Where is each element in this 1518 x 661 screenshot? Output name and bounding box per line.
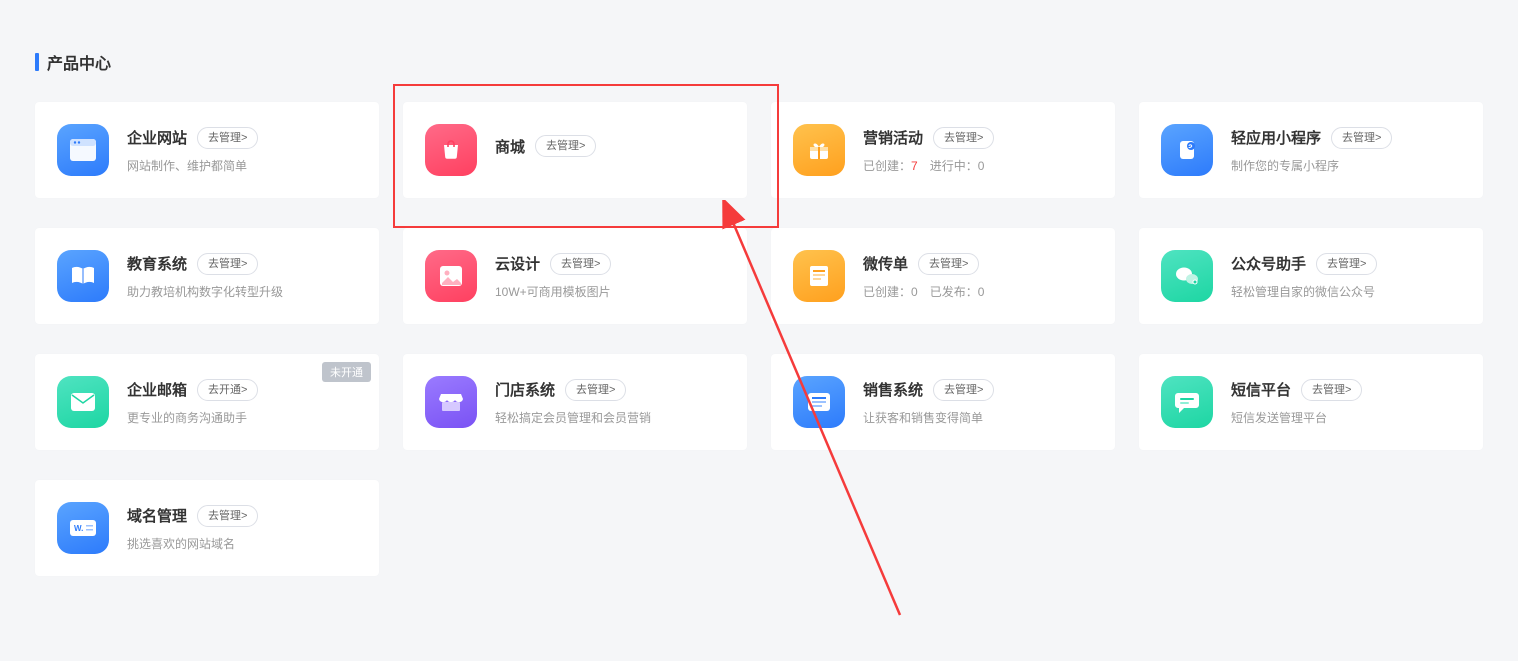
storefront-icon [425,376,477,428]
card-subtitle: 挑选喜欢的网站域名 [127,535,357,552]
manage-button[interactable]: 去管理> [918,253,979,275]
card-subtitle: 制作您的专属小程序 [1231,157,1461,174]
shopping-bag-icon [425,124,477,176]
sub-pre: 已创建： [863,285,911,299]
section-title: 产品中心 [35,50,1483,74]
card-title: 营销活动 [863,127,923,148]
card-title: 商城 [495,136,525,157]
gift-icon [793,124,845,176]
sub-count-published: 0 [978,285,985,299]
card-store[interactable]: 门店系统 去管理> 轻松搞定会员管理和会员营销 [403,354,747,450]
manage-button[interactable]: 去管理> [933,127,994,149]
card-subtitle: 已创建：7 进行中：0 [863,157,1093,174]
list-icon [793,376,845,428]
card-title: 短信平台 [1231,379,1291,400]
card-subtitle: 轻松管理自家的微信公众号 [1231,283,1461,300]
manage-button[interactable]: 去管理> [933,379,994,401]
card-title: 微传单 [863,253,908,274]
sub-count-created: 0 [911,285,918,299]
card-sms[interactable]: 短信平台 去管理> 短信发送管理平台 [1139,354,1483,450]
card-title: 域名管理 [127,505,187,526]
card-subtitle: 轻松搞定会员管理和会员营销 [495,409,725,426]
card-title: 企业网站 [127,127,187,148]
card-subtitle: 短信发送管理平台 [1231,409,1461,426]
manage-button[interactable]: 去管理> [535,135,596,157]
card-title: 门店系统 [495,379,555,400]
card-title: 云设计 [495,253,540,274]
manage-button[interactable]: 去管理> [1331,127,1392,149]
card-flyer[interactable]: 微传单 去管理> 已创建：0 已发布：0 [771,228,1115,324]
miniapp-icon [1161,124,1213,176]
card-title: 企业邮箱 [127,379,187,400]
card-subtitle: 10W+可商用模板图片 [495,283,725,300]
card-mp[interactable]: 公众号助手 去管理> 轻松管理自家的微信公众号 [1139,228,1483,324]
manage-button[interactable]: 去管理> [197,127,258,149]
manage-button[interactable]: 去管理> [550,253,611,275]
browser-window-icon [57,124,109,176]
card-subtitle: 更专业的商务沟通助手 [127,409,357,426]
card-subtitle: 让获客和销售变得简单 [863,409,1093,426]
book-icon [57,250,109,302]
card-title: 公众号助手 [1231,253,1306,274]
card-subtitle: 网站制作、维护都简单 [127,157,357,174]
card-subtitle: 助力教培机构数字化转型升级 [127,283,357,300]
image-icon [425,250,477,302]
card-domain[interactable]: W. 域名管理 去管理> 挑选喜欢的网站域名 [35,480,379,576]
card-design[interactable]: 云设计 去管理> 10W+可商用模板图片 [403,228,747,324]
wechat-icon [1161,250,1213,302]
envelope-icon [57,376,109,428]
sub-mid: 进行中： [918,159,978,173]
sub-pre: 已创建： [863,159,911,173]
sub-count-created: 7 [911,159,918,173]
activate-button[interactable]: 去开通> [197,379,258,401]
section-title-text: 产品中心 [47,50,111,74]
inactive-badge: 未开通 [322,362,371,382]
card-website[interactable]: 企业网站 去管理> 网站制作、维护都简单 [35,102,379,198]
sub-count-running: 0 [978,159,985,173]
manage-button[interactable]: 去管理> [1301,379,1362,401]
manage-button[interactable]: 去管理> [197,253,258,275]
svg-text:W.: W. [74,524,83,533]
manage-button[interactable]: 去管理> [565,379,626,401]
card-title: 教育系统 [127,253,187,274]
card-sales[interactable]: 销售系统 去管理> 让获客和销售变得简单 [771,354,1115,450]
section-title-bar [35,53,39,71]
manage-button[interactable]: 去管理> [197,505,258,527]
card-edu[interactable]: 教育系统 去管理> 助力教培机构数字化转型升级 [35,228,379,324]
domain-icon: W. [57,502,109,554]
card-title: 轻应用小程序 [1231,127,1321,148]
card-miniapp[interactable]: 轻应用小程序 去管理> 制作您的专属小程序 [1139,102,1483,198]
sub-mid: 已发布： [918,285,978,299]
card-mail[interactable]: 未开通 企业邮箱 去开通> 更专业的商务沟通助手 [35,354,379,450]
card-mall[interactable]: 商城 去管理> [403,102,747,198]
card-subtitle: 已创建：0 已发布：0 [863,283,1093,300]
product-grid: 企业网站 去管理> 网站制作、维护都简单 商城 去管理> [35,102,1483,576]
manage-button[interactable]: 去管理> [1316,253,1377,275]
flyer-icon [793,250,845,302]
card-marketing[interactable]: 营销活动 去管理> 已创建：7 进行中：0 [771,102,1115,198]
card-title: 销售系统 [863,379,923,400]
chat-bubble-icon [1161,376,1213,428]
